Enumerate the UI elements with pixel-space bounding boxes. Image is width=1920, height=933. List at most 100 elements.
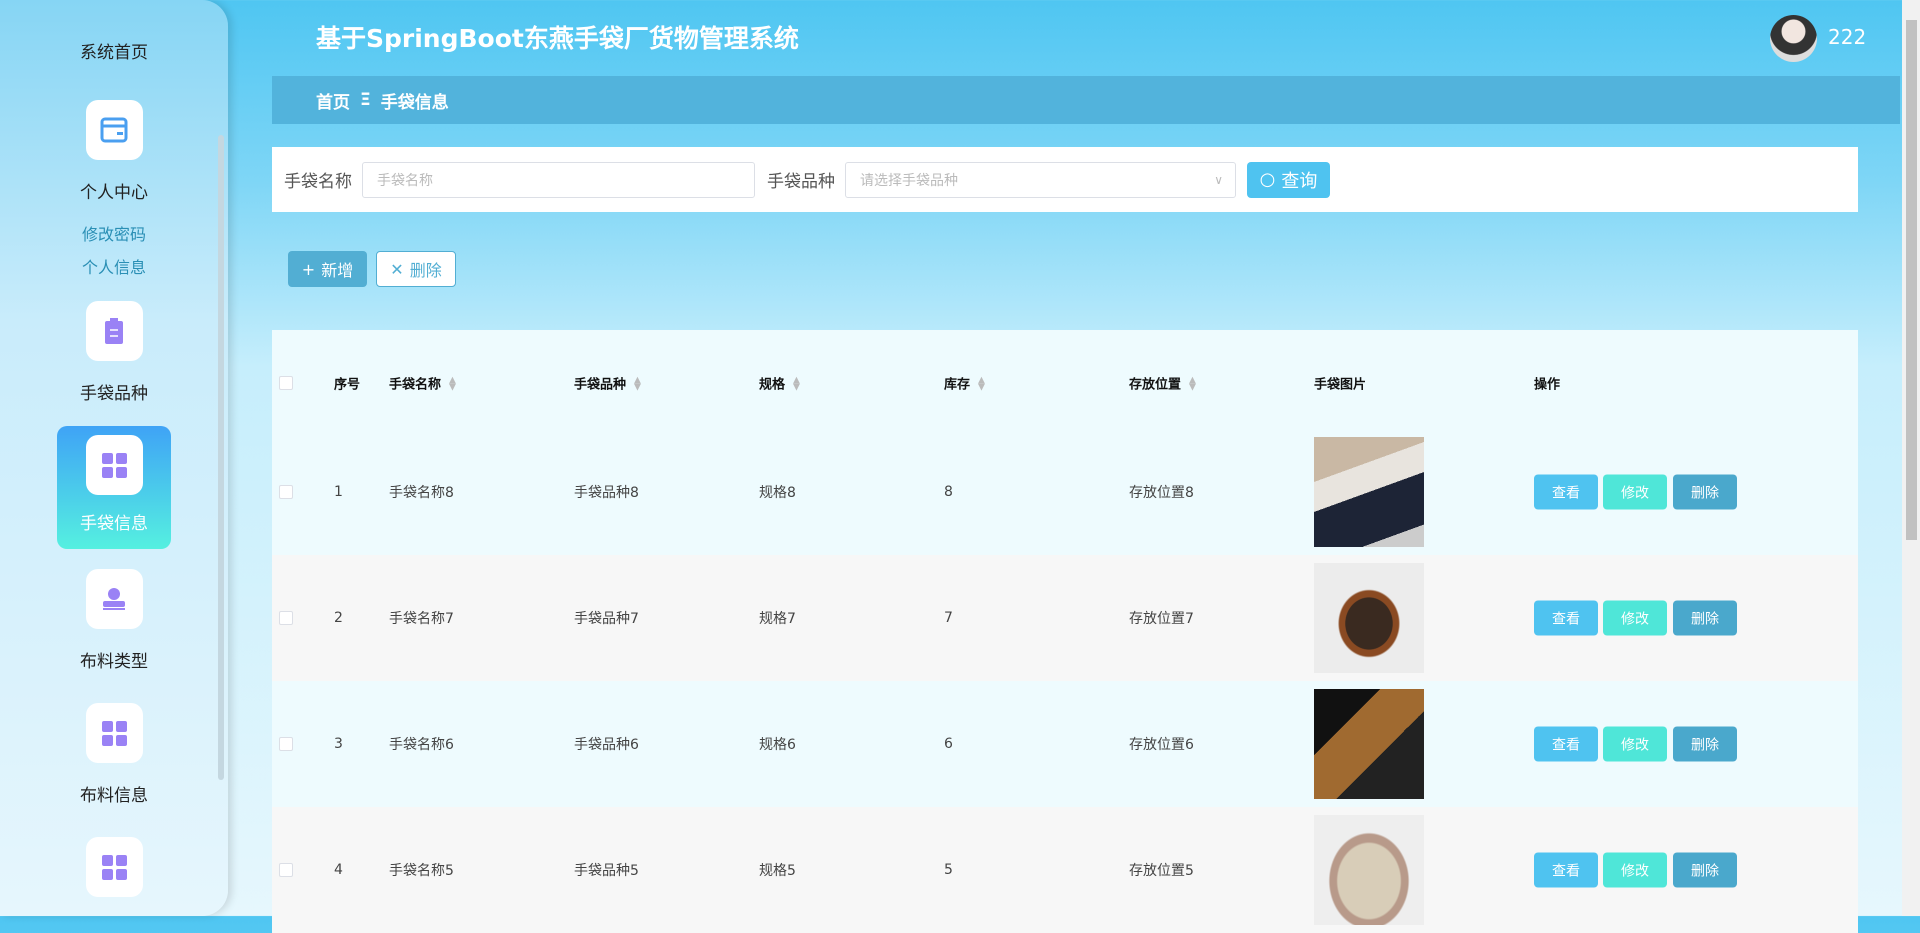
cell-location: 存放位置7 (1129, 611, 1194, 627)
cell-no: 2 (334, 610, 343, 626)
breadcrumb-home[interactable]: 首页 (316, 88, 350, 113)
add-button[interactable]: + 新增 (288, 251, 367, 287)
batch-delete-button[interactable]: ✕ 删除 (376, 251, 456, 287)
row-checkbox[interactable] (279, 863, 293, 877)
col-spec-label: 规格 (759, 377, 786, 392)
delete-button[interactable]: 删除 (1673, 852, 1737, 888)
table-row: 1 手袋名称8 手袋品种8 规格8 8 存放位置8 查看 修改 删除 (272, 429, 1858, 555)
cell-spec: 规格8 (759, 485, 796, 501)
cell-stock: 6 (944, 736, 953, 752)
search-icon: ○ (1259, 169, 1276, 190)
sidebar-item-bag-info[interactable]: 手袋信息 (57, 426, 171, 549)
cell-type: 手袋品种8 (574, 485, 639, 501)
edit-button[interactable]: 修改 (1603, 600, 1667, 636)
sort-icon[interactable]: ▲ ▼ (978, 376, 985, 392)
delete-button[interactable]: 删除 (1673, 600, 1737, 636)
name-input[interactable]: 手袋名称 (362, 161, 755, 198)
view-button[interactable]: 查看 (1534, 852, 1598, 888)
row-checkbox[interactable] (279, 611, 293, 625)
cell-stock: 7 (944, 610, 953, 626)
cell-type: 手袋品种7 (574, 611, 639, 627)
cell-type: 手袋品种6 (574, 737, 639, 753)
sidebar-subitem-personal-info[interactable]: 个人信息 (0, 254, 228, 278)
cell-spec: 规格7 (759, 611, 796, 627)
grid-icon (85, 435, 143, 495)
sidebar-item-bag-type[interactable]: 手袋品种 (57, 301, 171, 404)
avatar[interactable] (1770, 15, 1817, 62)
cell-name: 手袋名称8 (389, 485, 454, 501)
bag-image[interactable] (1314, 689, 1424, 799)
col-name-label: 手袋名称 (389, 377, 442, 392)
col-type-label: 手袋品种 (574, 377, 627, 392)
col-name[interactable]: 手袋名称 ▲ ▼ (389, 373, 456, 392)
sidebar-scrollbar[interactable] (218, 135, 224, 780)
type-select[interactable]: 请选择手袋品种 ∨ (845, 161, 1236, 198)
edit-button[interactable]: 修改 (1603, 474, 1667, 510)
bag-image[interactable] (1314, 437, 1424, 547)
sidebar-subitem-change-password[interactable]: 修改密码 (0, 221, 228, 245)
sidebar-item-fabric-info[interactable]: 布料信息 (57, 703, 171, 806)
delete-button[interactable]: 删除 (1673, 726, 1737, 762)
bag-image[interactable] (1314, 563, 1424, 673)
col-location[interactable]: 存放位置 ▲ ▼ (1129, 373, 1196, 392)
table-row: 2 手袋名称7 手袋品种7 规格7 7 存放位置7 查看 修改 删除 (272, 555, 1858, 681)
select-all-checkbox[interactable] (279, 375, 293, 390)
col-actions: 操作 (1534, 377, 1561, 392)
page-scrollbar[interactable] (1902, 0, 1920, 916)
table-header: 序号 手袋名称 ▲ ▼ 手袋品种 ▲ ▼ 规格 ▲ ▼ 库存 ▲ ▼ 存放位置 ▲ ▼ 手袋图片 操… (272, 336, 1858, 429)
username[interactable]: 222 (1828, 25, 1866, 49)
view-button[interactable]: 查看 (1534, 600, 1598, 636)
cell-spec: 规格5 (759, 863, 796, 879)
wallet-icon (85, 100, 143, 160)
col-location-label: 存放位置 (1129, 377, 1182, 392)
delete-button[interactable]: 删除 (1673, 474, 1737, 510)
breadcrumb: 首页 Ξ 手袋信息 (272, 76, 1900, 124)
sort-icon[interactable]: ▲ ▼ (1189, 376, 1196, 392)
table-row: 4 手袋名称5 手袋品种5 规格5 5 存放位置5 查看 修改 删除 (272, 807, 1858, 933)
edit-button[interactable]: 修改 (1603, 852, 1667, 888)
edit-button[interactable]: 修改 (1603, 726, 1667, 762)
grid-icon (85, 837, 143, 897)
cell-stock: 8 (944, 484, 953, 500)
name-placeholder: 手袋名称 (377, 172, 433, 189)
sort-icon[interactable]: ▲ ▼ (449, 376, 456, 392)
row-checkbox[interactable] (279, 485, 293, 499)
sidebar-item-fabric-type[interactable]: 布料类型 (57, 569, 171, 672)
scrollbar-thumb[interactable] (1906, 20, 1917, 540)
view-button[interactable]: 查看 (1534, 474, 1598, 510)
col-stock-label: 库存 (944, 377, 971, 392)
search-panel: 手袋名称 手袋名称 手袋品种 请选择手袋品种 ∨ ○ 查询 (272, 147, 1858, 212)
col-stock[interactable]: 库存 ▲ ▼ (944, 373, 985, 392)
plus-icon: + (301, 259, 316, 279)
cell-location: 存放位置8 (1129, 485, 1194, 501)
type-label: 手袋品种 (767, 172, 835, 192)
sort-icon[interactable]: ▲ ▼ (793, 376, 800, 392)
bag-table: 序号 手袋名称 ▲ ▼ 手袋品种 ▲ ▼ 规格 ▲ ▼ 库存 ▲ ▼ 存放位置 ▲ ▼ 手袋图片 操… (272, 330, 1858, 933)
col-spec[interactable]: 规格 ▲ ▼ (759, 373, 800, 392)
col-type[interactable]: 手袋品种 ▲ ▼ (574, 373, 641, 392)
table-row: 3 手袋名称6 手袋品种6 规格6 6 存放位置6 查看 修改 删除 (272, 681, 1858, 807)
delete-label: 删除 (409, 261, 442, 280)
cell-stock: 5 (944, 862, 953, 878)
row-checkbox[interactable] (279, 737, 293, 751)
bag-image[interactable] (1314, 815, 1424, 925)
close-icon: ✕ (390, 259, 404, 279)
breadcrumb-current: 手袋信息 (380, 92, 449, 113)
cell-name: 手袋名称6 (389, 737, 454, 753)
col-no: 序号 (334, 377, 361, 392)
query-button[interactable]: ○ 查询 (1247, 161, 1330, 198)
user-stamp-icon (85, 569, 143, 629)
sidebar-item-personal-center[interactable]: 个人中心 (57, 100, 171, 203)
cell-name: 手袋名称5 (389, 863, 454, 879)
sort-icon[interactable]: ▲ ▼ (634, 376, 641, 392)
sidebar-item-home[interactable]: 系统首页 (57, 38, 171, 63)
cell-location: 存放位置5 (1129, 863, 1194, 879)
chevron-down-icon: ∨ (1214, 172, 1223, 187)
grid-icon (85, 703, 143, 763)
sidebar-item-more[interactable] (57, 837, 171, 897)
view-button[interactable]: 查看 (1534, 726, 1598, 762)
cell-spec: 规格6 (759, 737, 796, 753)
query-label: 查询 (1281, 170, 1318, 192)
sidebar: 系统首页 个人中心 修改密码 个人信息 手袋品种 手袋信息 布料类型 布料信息 (0, 0, 228, 916)
name-label: 手袋名称 (284, 172, 352, 192)
